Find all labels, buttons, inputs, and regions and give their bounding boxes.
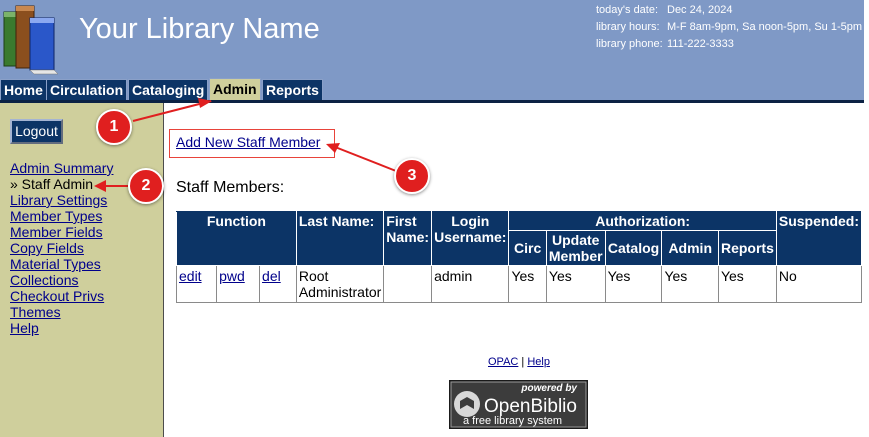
footer-links: OPAC | Help (488, 356, 550, 368)
cell-admin: Yes (661, 265, 719, 303)
sidebar-item-library-settings[interactable]: Library Settings (10, 192, 107, 208)
del-link[interactable]: del (262, 268, 281, 284)
staff-table: Function Last Name: First Name: Login Us… (175, 211, 863, 303)
sidebar-item-admin-summary[interactable]: Admin Summary (10, 160, 113, 176)
todays-date-label: today's date: (596, 4, 659, 16)
header-admin: Admin (661, 230, 719, 266)
header-reports: Reports (717, 230, 777, 266)
annotation-marker-1: 1 (96, 109, 132, 145)
annotation-marker-3: 3 (394, 158, 430, 194)
library-hours-row: library hours: M-F 8am-9pm, Sa noon-5pm, … (596, 21, 862, 33)
sidebar-item-checkout-privs[interactable]: Checkout Privs (10, 288, 104, 304)
openbiblio-badge[interactable]: powered by OpenBiblio a free library sys… (449, 380, 588, 429)
header-banner: Your Library Name today's date: Dec 24, 2… (0, 0, 864, 78)
library-phone-label: library phone: (596, 38, 663, 50)
library-hours-label: library hours: (596, 21, 660, 33)
powered-by-text: powered by (520, 383, 577, 394)
table-row: edit pwd del Root Administrator admin Ye… (175, 265, 863, 303)
cell-update-member: Yes (545, 265, 606, 303)
page-right-margin (864, 0, 869, 437)
sidebar-item-copy-fields[interactable]: Copy Fields (10, 240, 84, 256)
header-authorization: Authorization: (508, 211, 777, 231)
todays-date-value: Dec 24, 2024 (667, 4, 733, 16)
logout-button[interactable]: Logout (10, 119, 63, 144)
header-suspended: Suspended: (775, 211, 863, 266)
todays-date-row: today's date: Dec 24, 2024 (596, 4, 732, 16)
opac-link[interactable]: OPAC (488, 356, 518, 368)
cell-login: admin (431, 265, 510, 303)
tab-home[interactable]: Home (0, 79, 47, 100)
books-logo-icon (3, 5, 59, 75)
cell-catalog: Yes (604, 265, 663, 303)
annotation-arrow-3 (329, 144, 397, 172)
annotation-marker-2: 2 (128, 168, 164, 204)
sidebar-item-member-fields[interactable]: Member Fields (10, 224, 103, 240)
cell-last-name: Root Administrator (295, 265, 385, 303)
header-function: Function (176, 211, 297, 266)
openbiblio-brand-text: OpenBiblio (484, 396, 577, 417)
edit-link[interactable]: edit (179, 268, 202, 284)
openbiblio-tagline-text: a free library system (463, 415, 562, 427)
library-phone-row: library phone: 111-222-3333 (596, 38, 734, 50)
sidebar-item-collections[interactable]: Collections (10, 272, 78, 288)
header-login-username: Login Username: (431, 211, 510, 266)
sidebar-item-help[interactable]: Help (10, 320, 39, 336)
add-new-staff-member-link[interactable]: Add New Staff Member (176, 134, 320, 150)
table-header-row: Function Last Name: First Name: Login Us… (176, 211, 863, 266)
tab-circulation[interactable]: Circulation (46, 79, 128, 100)
library-hours-value: M-F 8am-9pm, Sa noon-5pm, Su 1-5pm (667, 21, 863, 33)
header-catalog: Catalog (604, 230, 663, 266)
header-circ: Circ (508, 230, 547, 266)
pwd-link[interactable]: pwd (219, 268, 245, 284)
cell-first-name (383, 265, 433, 303)
header-last-name: Last Name: (295, 211, 385, 266)
staff-members-heading: Staff Members: (176, 179, 285, 196)
header-update-member: Update Member (545, 230, 606, 266)
cell-suspended: No (775, 265, 863, 303)
footer-separator: | (521, 356, 525, 368)
library-name: Your Library Name (79, 13, 320, 45)
cell-circ: Yes (508, 265, 547, 303)
sidebar-item-material-types[interactable]: Material Types (10, 256, 101, 272)
sidebar-item-themes[interactable]: Themes (10, 304, 61, 320)
header-first-name: First Name: (383, 211, 433, 266)
cell-reports: Yes (717, 265, 777, 303)
sidebar-item-member-types[interactable]: Member Types (10, 208, 102, 224)
library-phone-value: 111-222-3333 (667, 38, 734, 50)
tab-admin[interactable]: Admin (209, 78, 261, 101)
tab-reports[interactable]: Reports (262, 79, 323, 100)
sidebar-item-staff-admin: » Staff Admin (10, 176, 94, 192)
tab-cataloging[interactable]: Cataloging (128, 79, 209, 100)
footer-help-link[interactable]: Help (527, 356, 550, 368)
